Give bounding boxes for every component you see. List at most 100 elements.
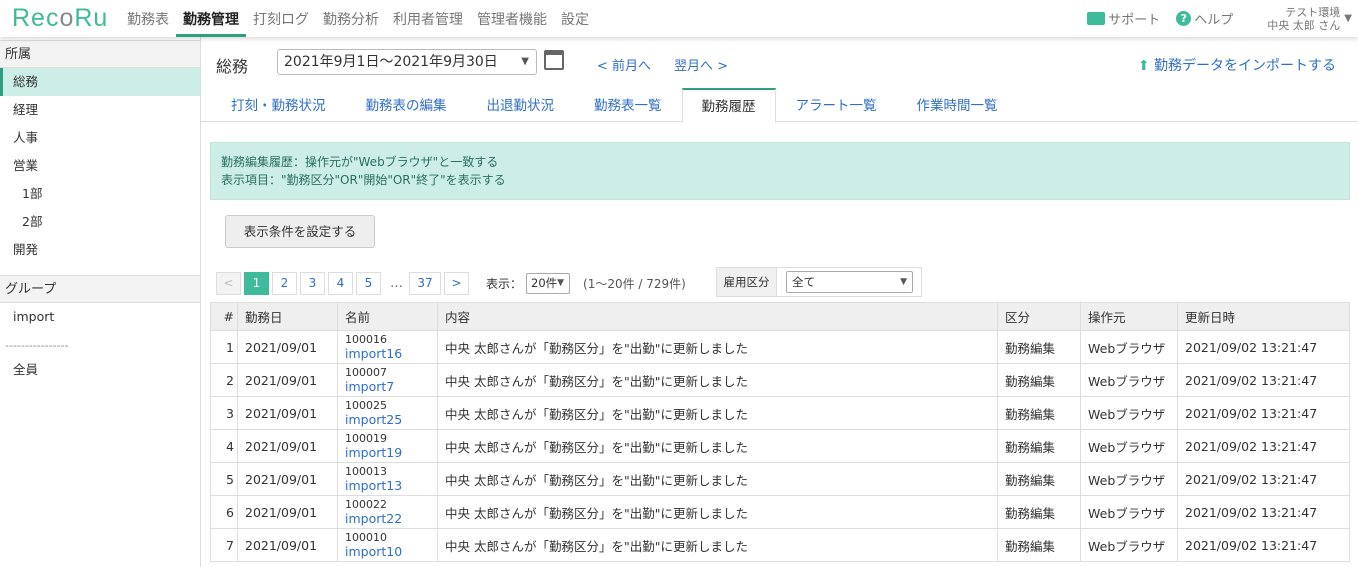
page-button[interactable]: 4 [328,272,353,295]
page-last-button[interactable]: 37 [409,272,441,295]
tab-item[interactable]: 作業時間一覧 [897,88,1018,121]
employee-id: 100016 [345,332,387,346]
source: Webブラウザ [1080,495,1178,529]
column-header: 内容 [437,302,998,331]
nav-item[interactable]: 打刻ログ [246,0,316,37]
tab-item[interactable]: 打刻・勤務状況 [211,88,346,121]
tab-item[interactable]: 出退勤状況 [467,88,575,121]
period-select[interactable]: 2021年9月1日～2021年9月30日 ▼ [277,49,537,75]
source: Webブラウザ [1080,330,1178,364]
separator: ---------------- [5,339,69,352]
updated-at: 2021/09/02 13:21:47 [1177,330,1350,364]
info-line: 勤務編集履歴：操作元が"Webブラウザ"と一致する [221,155,499,169]
table-row: 1 2021/09/01 100016 import16 中央 太郎さんが「勤務区分」を… [210,330,1350,364]
employee-id: 100025 [345,398,387,412]
employment-select[interactable]: 全て ▼ [786,271,913,293]
updated-at: 2021/09/02 13:21:47 [1177,495,1350,529]
filter-info: 勤務編集履歴：操作元が"Webブラウザ"と一致する 表示項目："勤務区分"OR"開… [210,142,1350,200]
updated-at: 2021/09/02 13:21:47 [1177,462,1350,496]
dept-header: 所属 [0,40,200,68]
updated-at: 2021/09/02 13:21:47 [1177,396,1350,430]
table-row: 4 2021/09/01 100019 import19 中央 太郎さんが「勤務区分」を… [210,429,1350,463]
column-header: 区分 [997,302,1081,331]
employee-id: 100019 [345,431,387,445]
work-date: 2021/09/01 [237,495,338,529]
employee-id: 100010 [345,530,387,544]
sidebar-item-dept[interactable]: 営業 [0,152,200,180]
chevron-down-icon[interactable]: ▼ [1344,13,1352,24]
employee-name-link[interactable]: import16 [345,346,437,362]
tab-item[interactable]: 勤務表の編集 [346,88,467,121]
page-button[interactable]: 5 [356,272,381,295]
sidebar-item-dept[interactable]: 経理 [0,96,200,124]
tab-item[interactable]: 勤務表一覧 [574,88,682,121]
source: Webブラウザ [1080,363,1178,397]
updated-at: 2021/09/02 13:21:47 [1177,528,1350,562]
prev-month-link[interactable]: < 前月へ [597,55,651,74]
set-conditions-button[interactable]: 表示条件を設定する [225,215,375,248]
content: 中央 太郎さんが「勤務区分」を"出勤"に更新しました [437,396,998,430]
employee-name-link[interactable]: import10 [345,544,437,560]
sidebar-item-dept[interactable]: 2部 [0,208,200,236]
nav-item[interactable]: 設定 [554,0,596,37]
sidebar-item-import[interactable]: import [0,303,200,331]
updated-at: 2021/09/02 13:21:47 [1177,363,1350,397]
employee-name-link[interactable]: import13 [345,478,437,494]
help-label: ヘルプ [1194,13,1234,28]
nav-item[interactable]: 利用者管理 [386,0,470,37]
employee-name-link[interactable]: import19 [345,445,437,461]
sidebar-item-dept[interactable]: 1部 [0,180,200,208]
content: 中央 太郎さんが「勤務区分」を"出勤"に更新しました [437,495,998,529]
employment-filter: 雇用区分 全て ▼ [716,267,922,297]
category: 勤務編集 [997,429,1081,463]
nav-item[interactable]: 勤務管理 [176,0,246,37]
import-label: 勤務データをインポートする [1154,58,1336,74]
page-button[interactable]: 2 [272,272,297,295]
top-header: RecoRu 勤務表 勤務管理 打刻ログ 勤務分析 利用者管理 管理者機能 設定 サポート … [0,0,1358,37]
category: 勤務編集 [997,363,1081,397]
chevron-down-icon: ▼ [557,278,565,288]
employee-name-link[interactable]: import22 [345,511,437,527]
tab-item[interactable]: アラート一覧 [776,88,897,121]
logo[interactable]: RecoRu [12,4,108,33]
page-next-button[interactable]: > [444,272,469,295]
employee-name-link[interactable]: import7 [345,379,437,395]
work-date: 2021/09/01 [237,462,338,496]
work-date: 2021/09/01 [237,528,338,562]
nav-item[interactable]: 管理者機能 [470,0,554,37]
row-number: 1 [210,330,238,364]
page-button[interactable]: 3 [300,272,325,295]
sidebar-item-all[interactable]: 全員 [0,356,200,384]
record-count: (1～20件 / 729件) [583,277,686,291]
pagination-ellipsis: … [390,276,403,291]
user-menu[interactable]: テスト環境 中央 太郎 さん [1267,6,1340,32]
row-number: 4 [210,429,238,463]
page-button[interactable]: 1 [244,272,269,295]
per-page-select[interactable]: 20件 ▼ [526,273,571,294]
source: Webブラウザ [1080,396,1178,430]
content: 中央 太郎さんが「勤務区分」を"出勤"に更新しました [437,429,998,463]
nav-item[interactable]: 勤務分析 [316,0,386,37]
support-link[interactable]: サポート [1087,9,1160,28]
sidebar-item-dept[interactable]: 開発 [0,236,200,264]
name-cell: 100016 import16 [337,330,438,364]
category: 勤務編集 [997,396,1081,430]
nav-item[interactable]: 勤務表 [120,0,176,37]
employee-name-link[interactable]: import25 [345,412,437,428]
calendar-icon[interactable] [544,50,564,70]
page-prev-button[interactable]: < [216,272,241,295]
row-number: 2 [210,363,238,397]
import-link[interactable]: ⬆ 勤務データをインポートする [1138,55,1336,75]
sidebar-item-dept[interactable]: 人事 [0,124,200,152]
next-month-link[interactable]: 翌月へ > [674,55,728,74]
tab-item[interactable]: 勤務履歴 [681,88,776,123]
content: 中央 太郎さんが「勤務区分」を"出勤"に更新しました [437,330,998,364]
sidebar-item-dept[interactable]: 総務 [0,68,200,96]
table-row: 5 2021/09/01 100013 import13 中央 太郎さんが「勤務区分」を… [210,462,1350,496]
chevron-down-icon: ▼ [521,56,529,67]
page-title: 総務 [216,57,249,76]
employment-label: 雇用区分 [717,268,777,296]
help-link[interactable]: ? ヘルプ [1176,9,1233,28]
env-label: テスト環境 [1285,5,1341,19]
row-number: 7 [210,528,238,562]
